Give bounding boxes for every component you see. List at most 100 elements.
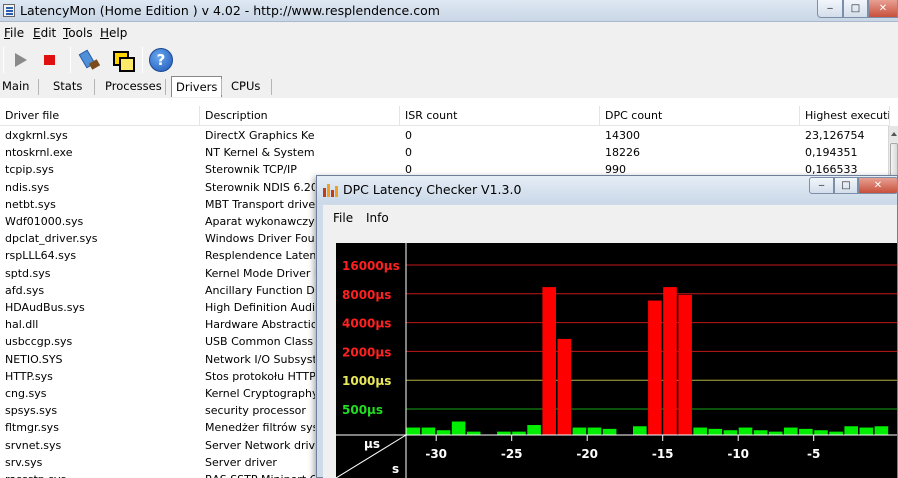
table-cell: hal.dll <box>5 318 39 332</box>
y-tick-label: 8000µs <box>342 288 391 302</box>
dpc-minimize-button[interactable]: ‒ <box>809 177 834 194</box>
table-cell: ndis.sys <box>5 180 50 194</box>
help-icon[interactable]: ? <box>149 48 173 72</box>
scroll-up-arrow-icon[interactable] <box>889 126 898 142</box>
chart-bar <box>633 426 647 435</box>
latencymon-titlebar: LatencyMon (Home Edition ) v 4.02 - http… <box>0 0 898 22</box>
tab-separator <box>165 79 166 95</box>
column-header-description[interactable]: Description <box>200 106 400 126</box>
table-row[interactable]: ntoskrnl.exe NT Kernel & System 0 18226 0,19… <box>0 145 890 162</box>
table-cell: NT Kernel & System <box>205 146 315 160</box>
table-cell: Sterownik NDIS 6.20 <box>205 180 315 194</box>
chart-bar <box>814 430 828 435</box>
table-cell: 23,126754 <box>805 129 865 142</box>
tab-drivers[interactable]: Drivers <box>171 76 223 97</box>
table-cell: USB Common Class Ger <box>205 335 315 349</box>
table-cell: 0,194351 <box>805 146 858 160</box>
brush-icon[interactable] <box>78 48 102 72</box>
x-tick-label: -30 <box>425 447 447 461</box>
dpc-latency-checker-window: DPC Latency Checker V1.3.0 ‒ □ ✕ File In… <box>316 175 898 478</box>
chart-bar <box>406 427 421 435</box>
table-cell: dpclat_driver.sys <box>5 232 98 246</box>
column-header-driver-file[interactable]: Driver file <box>0 106 200 126</box>
y-tick-label: 4000µs <box>342 317 391 331</box>
play-icon[interactable] <box>8 48 32 72</box>
tab-separator <box>38 79 39 95</box>
stop-icon[interactable] <box>38 48 62 72</box>
chart-bar <box>663 287 677 435</box>
dpc-titlebar: DPC Latency Checker V1.3.0 ‒ □ ✕ <box>317 176 898 204</box>
chart-bar <box>572 427 587 435</box>
drivers-table-header: Driver file Description ISR count DPC co… <box>0 106 890 126</box>
window-title: LatencyMon (Home Edition ) v 4.02 - http… <box>20 3 440 18</box>
chart-bar <box>557 338 572 435</box>
menu-bar: File Edit Tools Help <box>0 22 898 42</box>
table-cell: dxgkrnl.sys <box>5 129 68 142</box>
tab-separator <box>271 79 272 95</box>
tab-processes[interactable]: Processes <box>105 76 162 97</box>
table-cell: HDAudBus.sys <box>5 301 85 314</box>
column-header-isr-count[interactable]: ISR count <box>400 106 600 126</box>
table-cell: usbccgp.sys <box>5 335 73 349</box>
dpc-client-area: File Info 16000µs 8000µs 4000µs 2000µs 1000µ… <box>323 205 897 478</box>
y-tick-label: 2000µs <box>342 345 391 359</box>
chart-bar <box>768 431 783 435</box>
chart-bar <box>466 431 481 435</box>
column-header-dpc-count[interactable]: DPC count <box>600 106 800 126</box>
toolbar: ? <box>0 42 898 76</box>
menu-edit[interactable]: Edit <box>33 26 56 40</box>
chart-bar <box>844 426 858 435</box>
minimize-button[interactable]: ‒ <box>817 0 843 18</box>
dpc-menu-info[interactable]: Info <box>366 211 389 225</box>
table-cell: Server driver <box>205 455 277 469</box>
chart-bar <box>436 430 451 435</box>
tab-main[interactable]: Main <box>2 76 29 97</box>
table-cell: security processor <box>205 404 306 418</box>
chart-bar <box>542 287 556 435</box>
chart-bar <box>784 427 798 435</box>
table-cell: NETIO.SYS <box>5 352 63 366</box>
table-cell: Ancillary Function Drive <box>205 283 315 297</box>
y-axis-unit-label: µs <box>364 437 380 451</box>
chart-bar <box>497 431 511 435</box>
menu-file[interactable]: File <box>4 26 24 40</box>
y-tick-label: 16000µs <box>342 259 400 273</box>
tab-stats[interactable]: Stats <box>53 76 82 97</box>
maximize-button[interactable]: □ <box>843 0 868 18</box>
table-cell: Sterownik TCP/IP <box>205 163 297 177</box>
menu-tools[interactable]: Tools <box>63 26 93 40</box>
chart-bar <box>421 427 436 435</box>
table-cell: Resplendence Latency <box>205 249 315 263</box>
table-cell: Windows Driver Founda <box>205 232 315 246</box>
dpc-menu-file[interactable]: File <box>333 211 353 225</box>
latencymon-app-icon <box>3 4 15 17</box>
chart-bar <box>693 427 707 435</box>
dpc-close-button[interactable]: ✕ <box>858 177 898 194</box>
tab-separator <box>94 79 95 95</box>
table-cell: Server Network driver <box>205 438 315 452</box>
menu-help[interactable]: Help <box>100 26 127 40</box>
chart-bar <box>874 426 889 435</box>
table-cell: Wdf01000.sys <box>5 215 84 228</box>
chart-bar <box>723 430 738 435</box>
dpc-maximize-button[interactable]: □ <box>834 177 858 194</box>
chart-bar <box>602 428 617 435</box>
chart-bar <box>708 428 723 435</box>
close-button[interactable]: ✕ <box>868 0 898 18</box>
table-cell: sptd.sys <box>5 266 51 280</box>
table-cell: Kernel Mode Driver Fra <box>205 266 315 280</box>
x-axis-unit-label: s <box>392 462 399 476</box>
chart-bar <box>678 294 692 435</box>
table-row[interactable]: dxgkrnl.sys DirectX Graphics Kernel 0 14300… <box>0 128 890 145</box>
tab-cpus[interactable]: CPUs <box>231 76 260 97</box>
chart-bar <box>859 427 874 435</box>
toolbar-separator <box>142 47 143 73</box>
dpc-window-title: DPC Latency Checker V1.3.0 <box>343 182 522 197</box>
table-cell: Kernel Cryptography, N <box>205 387 315 400</box>
table-cell: High Definition Audio Bu <box>205 301 315 314</box>
x-tick-label: -10 <box>727 447 749 461</box>
column-header-highest-execution[interactable]: Highest execution <box>800 106 890 126</box>
dpc-menu-bar: File Info <box>323 205 897 227</box>
chart-bar <box>587 427 602 435</box>
windows-icon[interactable] <box>110 48 135 72</box>
